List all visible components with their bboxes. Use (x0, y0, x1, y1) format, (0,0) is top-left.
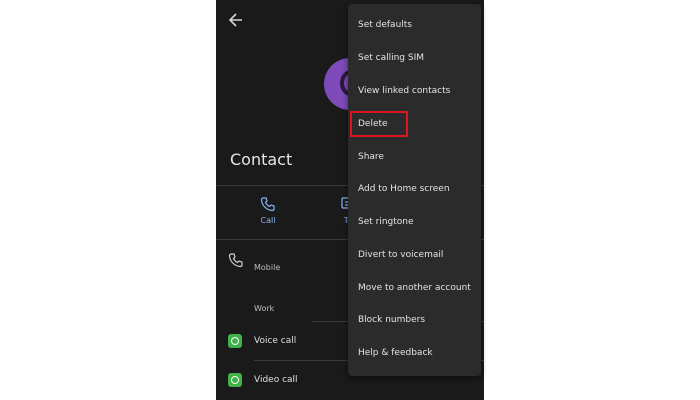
overflow-menu: Set defaults Set calling SIM View linked… (348, 4, 481, 376)
call-action-label: Call (260, 216, 276, 225)
whatsapp-voice-call[interactable]: Voice call (254, 336, 296, 346)
menu-item-set-ringtone[interactable]: Set ringtone (348, 206, 481, 238)
menu-item-move-to-another-account[interactable]: Move to another account (348, 272, 481, 304)
menu-item-help-feedback[interactable]: Help & feedback (348, 337, 481, 369)
menu-item-add-to-home-screen[interactable]: Add to Home screen (348, 173, 481, 205)
whatsapp-video-call[interactable]: Video call (254, 375, 298, 385)
phone-icon (260, 197, 275, 212)
whatsapp-icon (228, 334, 242, 348)
menu-item-share[interactable]: Share (348, 141, 481, 173)
whatsapp-icon (228, 373, 242, 387)
phone-icon (228, 253, 243, 268)
menu-item-view-linked-contacts[interactable]: View linked contacts (348, 75, 481, 107)
menu-item-set-calling-sim[interactable]: Set calling SIM (348, 42, 481, 74)
call-action-button[interactable]: Call (248, 196, 288, 225)
mobile-number-label[interactable]: Mobile (254, 263, 280, 272)
menu-item-divert-to-voicemail[interactable]: Divert to voicemail (348, 239, 481, 271)
page-title: Contact (230, 150, 293, 169)
back-arrow-icon[interactable] (226, 10, 246, 30)
menu-item-set-defaults[interactable]: Set defaults (348, 9, 481, 41)
work-number-label[interactable]: Work (254, 304, 274, 313)
menu-item-block-numbers[interactable]: Block numbers (348, 304, 481, 336)
delete-highlight-box (350, 111, 408, 137)
